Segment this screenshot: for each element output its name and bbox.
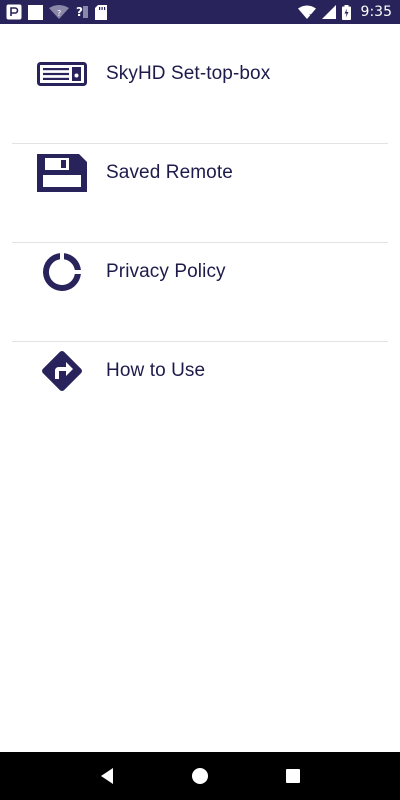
svg-text:?: ? (76, 5, 83, 19)
directions-icon (36, 349, 88, 393)
menu-item-label: How to Use (106, 359, 206, 381)
menu-item-saved-remote[interactable]: Saved Remote (0, 123, 400, 222)
svg-text:x: x (309, 12, 313, 19)
wifi-unknown-icon: ? (49, 5, 69, 19)
menu-item-set-top-box[interactable]: SkyHD Set-top-box (0, 24, 400, 123)
recents-icon[interactable] (273, 756, 313, 796)
navigation-bar (0, 752, 400, 800)
menu-item-label: SkyHD Set-top-box (106, 62, 271, 84)
home-icon[interactable] (180, 756, 220, 796)
menu-item-label: Saved Remote (106, 161, 233, 183)
question-icon: ? (75, 4, 89, 20)
status-time: 9:35 (360, 4, 392, 20)
p-app-icon (6, 4, 22, 20)
battery-icon (341, 4, 351, 20)
ring-icon (36, 250, 88, 294)
svg-text:?: ? (57, 9, 61, 18)
back-icon[interactable] (87, 756, 127, 796)
status-bar: ? ? x 9:35 (0, 0, 400, 24)
menu-item-label: Privacy Policy (106, 260, 226, 282)
wifi-icon: x (297, 5, 316, 19)
sd-card-icon (95, 4, 107, 20)
square-icon (28, 4, 43, 20)
menu-list: SkyHD Set-top-box Saved Remote Privacy P… (0, 24, 400, 420)
signal-icon (321, 5, 336, 19)
menu-item-how-to-use[interactable]: How to Use (0, 321, 400, 420)
status-left: ? ? (6, 4, 107, 20)
status-right: x 9:35 (297, 4, 392, 20)
menu-item-privacy-policy[interactable]: Privacy Policy (0, 222, 400, 321)
save-icon (36, 151, 88, 195)
set-top-box-icon (36, 52, 88, 96)
